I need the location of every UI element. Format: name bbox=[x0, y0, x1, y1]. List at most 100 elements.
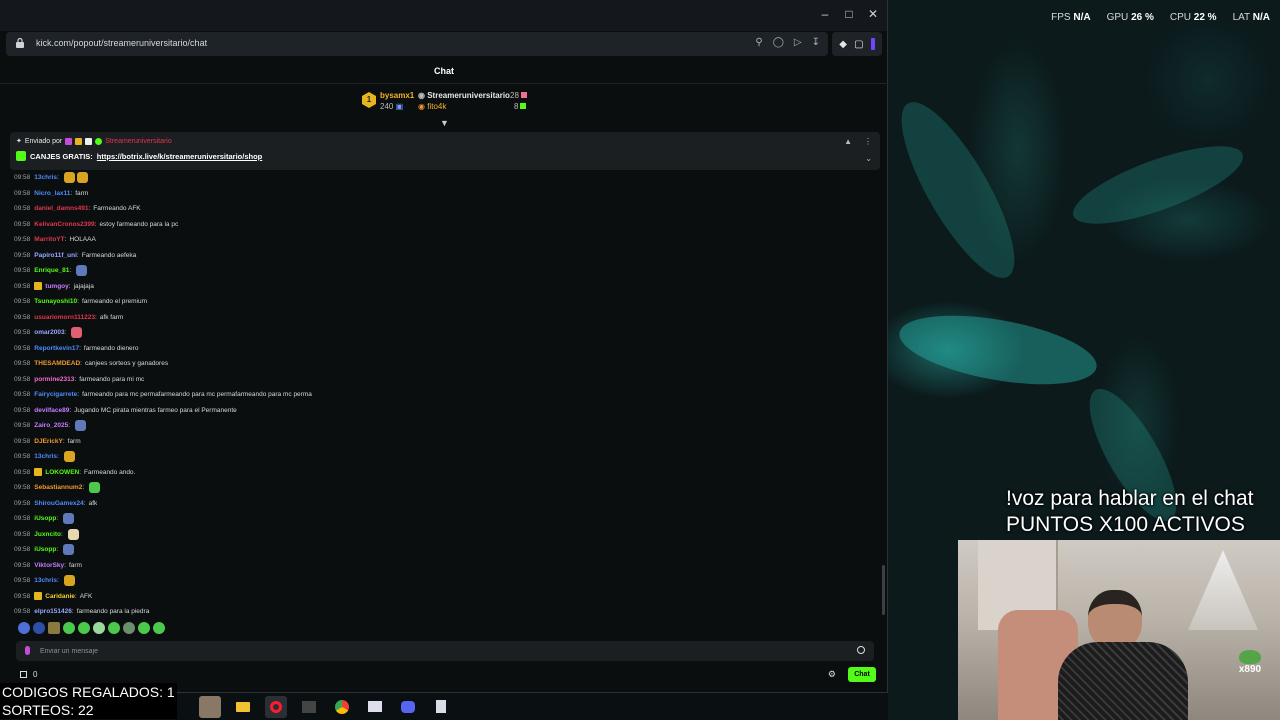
message-username[interactable]: iUsopp bbox=[34, 515, 56, 522]
message-username[interactable]: usuariomorn111223 bbox=[34, 314, 95, 321]
message-username[interactable]: Tsunayoshi10 bbox=[34, 298, 77, 305]
rank-badge: 1 bbox=[362, 92, 376, 108]
message-separator: : bbox=[79, 468, 82, 476]
message-username[interactable]: devilface89 bbox=[34, 407, 69, 414]
message-separator: : bbox=[79, 344, 81, 352]
message-username[interactable]: Caridanie bbox=[45, 593, 75, 600]
message-username[interactable]: Juxncito bbox=[34, 531, 61, 538]
message-username[interactable]: ViktorSky bbox=[34, 562, 64, 569]
message-username[interactable]: Sebastiannum2 bbox=[34, 484, 82, 491]
emote-icon[interactable] bbox=[123, 622, 135, 634]
app-icon[interactable] bbox=[298, 696, 320, 718]
message-username[interactable]: KelivanCronos2399 bbox=[34, 221, 94, 228]
leaderboard-user[interactable]: ◉ Streameruniversitario bbox=[418, 91, 510, 100]
message-username[interactable]: 13chris bbox=[34, 577, 57, 584]
leaderboard-user[interactable]: ◉ fito4k bbox=[418, 102, 446, 111]
message-timestamp: 09:58 bbox=[14, 577, 31, 585]
address-bar[interactable]: kick.com/popout/streameruniversitario/ch… bbox=[6, 32, 828, 56]
emote-icon[interactable] bbox=[18, 622, 30, 634]
message-username[interactable]: pormine2313 bbox=[34, 376, 74, 383]
chat-message: 09:58 Juxncito: bbox=[14, 527, 874, 543]
emote-icon[interactable] bbox=[153, 622, 165, 634]
extensions-area: ◆ ▢ bbox=[832, 32, 882, 56]
emote-icon[interactable] bbox=[78, 622, 90, 634]
message-username[interactable]: Reportkevin17 bbox=[34, 345, 79, 352]
message-username[interactable]: LOKOWEN bbox=[45, 469, 79, 476]
message-separator: : bbox=[61, 530, 63, 538]
message-username[interactable]: Enrique_81 bbox=[34, 267, 69, 274]
emote-icon[interactable] bbox=[63, 622, 75, 634]
message-timestamp: 09:58 bbox=[14, 282, 31, 290]
chat-message: 09:58 usuariomorn111223: afk farm bbox=[14, 310, 874, 326]
message-username[interactable]: ShirouGamex24 bbox=[34, 500, 84, 507]
emoji-picker-icon[interactable] bbox=[857, 646, 865, 654]
opera-icon[interactable] bbox=[265, 695, 287, 718]
chat-scrollbar[interactable] bbox=[882, 565, 885, 615]
more-options-icon[interactable]: ⋮ bbox=[864, 137, 872, 146]
cube-icon[interactable]: ▢ bbox=[854, 39, 863, 50]
url-text[interactable]: kick.com/popout/streameruniversitario/ch… bbox=[36, 38, 207, 48]
emote-icon[interactable] bbox=[93, 622, 105, 634]
shield-icon[interactable]: ◯ bbox=[773, 37, 784, 48]
close-icon[interactable]: ✕ bbox=[863, 7, 883, 21]
emote-icon[interactable] bbox=[108, 622, 120, 634]
message-separator: : bbox=[77, 391, 80, 399]
leaderboard-user[interactable]: bysamx1 bbox=[380, 91, 414, 100]
minimize-icon[interactable]: – bbox=[815, 7, 835, 21]
pin-icon: ✦ bbox=[16, 138, 22, 145]
channel-points[interactable]: 0 bbox=[20, 670, 37, 679]
chrome-icon[interactable] bbox=[331, 696, 353, 718]
shop-link[interactable]: https://botrix.live/k/streameruniversita… bbox=[97, 152, 262, 161]
message-timestamp: 09:58 bbox=[14, 313, 31, 321]
message-username[interactable]: Fairycigarrete bbox=[34, 391, 77, 398]
extension-icon[interactable]: ◆ bbox=[839, 39, 847, 50]
send-chat-button[interactable]: Chat bbox=[848, 667, 876, 682]
chat-message: 09:58 Zairo_2025: bbox=[14, 418, 874, 434]
message-timestamp: 09:58 bbox=[14, 608, 31, 616]
message-timestamp: 09:58 bbox=[14, 453, 31, 461]
message-username[interactable]: 13chris bbox=[34, 453, 57, 460]
chat-message: 09:58 ViktorSky: farm bbox=[14, 558, 874, 574]
calculator-icon[interactable] bbox=[430, 696, 452, 718]
search-icon[interactable]: ⚲ bbox=[755, 37, 762, 48]
message-username[interactable]: Zairo_2025 bbox=[34, 422, 68, 429]
message-timestamp: 09:58 bbox=[14, 189, 31, 197]
file-explorer-icon[interactable] bbox=[232, 696, 254, 718]
send-icon[interactable]: ▷ bbox=[794, 37, 802, 48]
window-app-icon[interactable] bbox=[364, 696, 386, 718]
maximize-icon[interactable]: □ bbox=[839, 7, 859, 21]
message-username[interactable]: omar2003 bbox=[34, 329, 64, 336]
fern-leaf bbox=[1064, 130, 1252, 240]
collapse-chevron-icon[interactable]: ▼ bbox=[440, 118, 449, 128]
chat-message: 09:58 pormine2313: farmeando para mi mc bbox=[14, 372, 874, 388]
discord-icon[interactable] bbox=[397, 696, 419, 718]
chat-message: 09:58 13chris: bbox=[14, 449, 874, 465]
chat-message-input[interactable] bbox=[40, 644, 840, 658]
emote-icon bbox=[63, 575, 75, 587]
message-username[interactable]: THESAMDEAD bbox=[34, 360, 80, 367]
message-username[interactable]: elpro151426 bbox=[34, 608, 72, 615]
message-username[interactable]: Papiro11f_uni bbox=[34, 252, 77, 259]
message-username[interactable]: iUsopp bbox=[34, 546, 56, 553]
gear-icon[interactable]: ⚙ bbox=[828, 669, 836, 680]
expand-chevron-icon[interactable]: ⌄ bbox=[865, 154, 872, 163]
app-thumbnail-icon[interactable] bbox=[199, 695, 221, 718]
performance-overlay: FPS N/A GPU 26 % CPU 22 % LAT N/A bbox=[1051, 12, 1270, 23]
microphone-icon[interactable] bbox=[25, 646, 30, 655]
points-icon bbox=[20, 671, 27, 678]
emote-icon bbox=[75, 420, 87, 432]
pin-toggle-icon[interactable]: ▲ bbox=[844, 137, 852, 146]
message-username[interactable]: tumgoy bbox=[45, 283, 68, 290]
emote-icon[interactable] bbox=[48, 622, 60, 634]
message-username[interactable]: 13chris bbox=[34, 174, 57, 181]
emote-icon[interactable] bbox=[33, 622, 45, 634]
message-username[interactable]: DJErickY bbox=[34, 438, 63, 445]
emote-icon bbox=[71, 327, 83, 339]
download-icon[interactable]: ↧ bbox=[812, 37, 820, 48]
chat-message: 09:58 tumgoy: jajajaja bbox=[14, 279, 874, 295]
emote-icon[interactable] bbox=[138, 622, 150, 634]
message-username[interactable]: MarritoYT bbox=[34, 236, 64, 243]
message-username[interactable]: Nicro_lax11 bbox=[34, 190, 70, 197]
message-username[interactable]: daniel_damns491 bbox=[34, 205, 88, 212]
fern-leaf bbox=[882, 88, 1034, 292]
